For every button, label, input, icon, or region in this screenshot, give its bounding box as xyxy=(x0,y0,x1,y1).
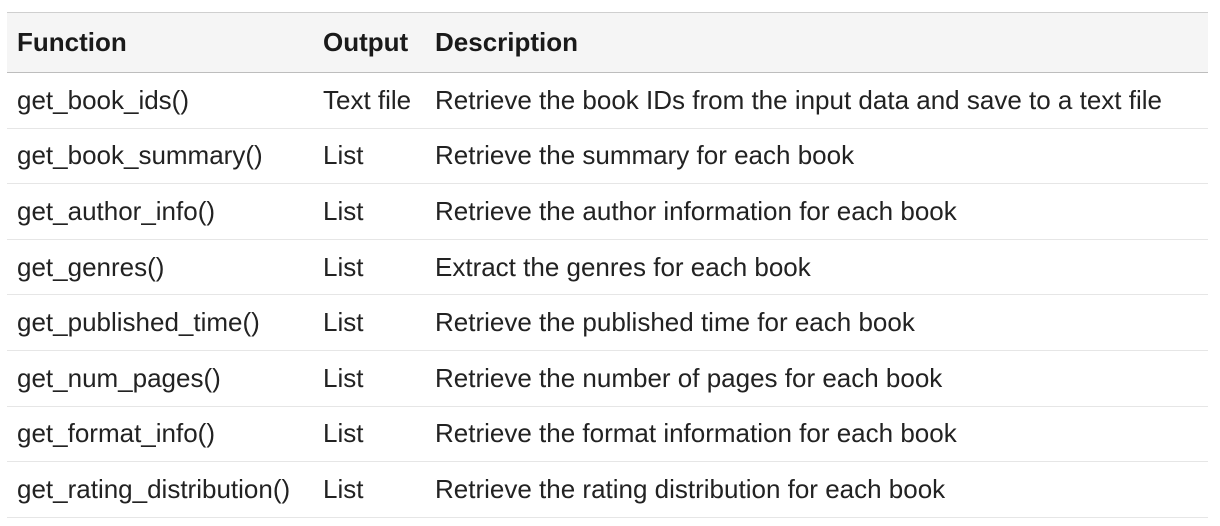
cell-output: List xyxy=(313,128,425,185)
cell-function: get_genres() xyxy=(7,239,313,296)
cell-output: List xyxy=(313,461,425,518)
functions-table: Function Output Description get_book_ids… xyxy=(7,12,1208,518)
cell-description: Retrieve the published time for each boo… xyxy=(425,294,1208,351)
cell-description: Retrieve the rating distribution for eac… xyxy=(425,461,1208,518)
header-description: Description xyxy=(425,12,1208,73)
cell-output: List xyxy=(313,350,425,407)
cell-description: Retrieve the book IDs from the input dat… xyxy=(425,72,1208,129)
table-header: Function Output Description xyxy=(7,12,1208,73)
table-header-row: Function Output Description xyxy=(7,12,1208,73)
cell-function: get_num_pages() xyxy=(7,350,313,407)
cell-description: Extract the genres for each book xyxy=(425,239,1208,296)
cell-description: Retrieve the summary for each book xyxy=(425,128,1208,185)
table-row: get_num_pages() List Retrieve the number… xyxy=(7,350,1208,407)
cell-description: Retrieve the format information for each… xyxy=(425,406,1208,463)
header-output: Output xyxy=(313,12,425,73)
cell-output: List xyxy=(313,183,425,240)
cell-description: Retrieve the number of pages for each bo… xyxy=(425,350,1208,407)
table-row: get_genres() List Extract the genres for… xyxy=(7,239,1208,296)
table-body: get_book_ids() Text file Retrieve the bo… xyxy=(7,72,1208,518)
table-row: get_author_info() List Retrieve the auth… xyxy=(7,183,1208,240)
cell-output: List xyxy=(313,294,425,351)
cell-function: get_rating_distribution() xyxy=(7,461,313,518)
functions-table-container: Function Output Description get_book_ids… xyxy=(7,12,1208,518)
cell-output: List xyxy=(313,239,425,296)
table-row: get_book_summary() List Retrieve the sum… xyxy=(7,128,1208,185)
cell-function: get_format_info() xyxy=(7,406,313,463)
header-function: Function xyxy=(7,12,313,73)
table-row: get_published_time() List Retrieve the p… xyxy=(7,294,1208,351)
cell-function: get_book_ids() xyxy=(7,72,313,129)
table-row: get_rating_distribution() List Retrieve … xyxy=(7,461,1208,518)
cell-function: get_published_time() xyxy=(7,294,313,351)
cell-output: List xyxy=(313,406,425,463)
cell-description: Retrieve the author information for each… xyxy=(425,183,1208,240)
table-row: get_format_info() List Retrieve the form… xyxy=(7,406,1208,463)
cell-function: get_author_info() xyxy=(7,183,313,240)
table-row: get_book_ids() Text file Retrieve the bo… xyxy=(7,72,1208,129)
cell-output: Text file xyxy=(313,72,425,129)
cell-function: get_book_summary() xyxy=(7,128,313,185)
